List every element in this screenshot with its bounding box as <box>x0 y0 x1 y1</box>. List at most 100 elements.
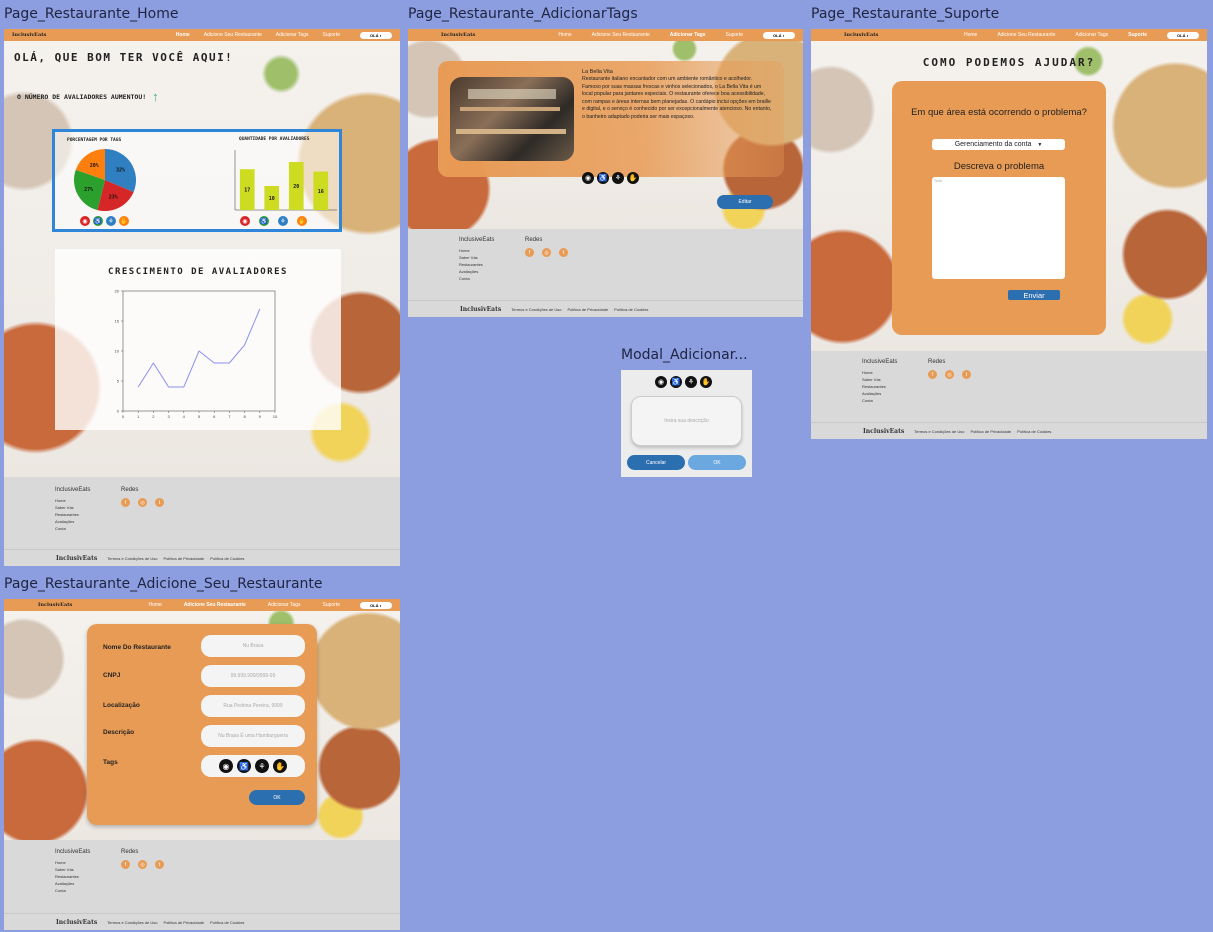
facebook-icon[interactable]: f <box>928 370 937 379</box>
modal-ok-button[interactable]: OK <box>688 455 746 470</box>
footer-link-about[interactable]: Saber Vás <box>55 504 90 511</box>
user-button[interactable]: OLÁ ◐ <box>360 601 392 609</box>
nav-brand[interactable]: InclusivEats <box>441 32 475 38</box>
twitter-icon[interactable]: t <box>962 370 971 379</box>
add-ok-button[interactable]: OK <box>249 790 305 805</box>
user-button[interactable]: OLÁ ◐ <box>763 31 795 39</box>
footer-link-reviews[interactable]: Avaliações <box>862 390 897 397</box>
nav-add-restaurant[interactable]: Adicione Seu Restaurante <box>997 32 1055 38</box>
footer-privacy-link[interactable]: Política de Privacidade <box>163 920 204 925</box>
instagram-icon[interactable]: ◎ <box>542 248 551 257</box>
guide-dog-icon[interactable]: ⚘ <box>612 172 624 184</box>
user-button[interactable]: OLÁ ◐ <box>360 31 392 39</box>
nav-support[interactable]: Suporte <box>323 32 341 38</box>
footer-link-about[interactable]: Saber Vás <box>862 376 897 383</box>
instagram-icon[interactable]: ◎ <box>138 860 147 869</box>
guide-dog-icon[interactable]: ⚘ <box>255 759 269 773</box>
nav-add-tags[interactable]: Adicionar Tags <box>1075 32 1108 38</box>
nav-support[interactable]: Suporte <box>1128 32 1147 38</box>
twitter-icon[interactable]: t <box>155 498 164 507</box>
footer-link-home[interactable]: Home <box>55 859 90 866</box>
footer-terms-link[interactable]: Termos e Condições de Uso <box>107 920 157 925</box>
footer-cookies-link[interactable]: Política de Cookies <box>1017 429 1051 434</box>
nav-home[interactable]: Home <box>964 32 977 38</box>
frame-label-suporte: Page_Restaurante_Suporte <box>811 6 1000 22</box>
restaurant-name-input[interactable]: Nu Brasa <box>201 635 305 657</box>
guide-dog-icon[interactable]: ⚘ <box>685 376 697 388</box>
footer-terms-link[interactable]: Termos e Condições de Uso <box>107 556 157 561</box>
footer-link-home[interactable]: Home <box>459 247 494 254</box>
guide-dog-icon: ⚘ <box>106 216 116 226</box>
nav-brand[interactable]: InclusivEats <box>38 602 72 608</box>
footer-link-account[interactable]: Conta <box>55 887 90 894</box>
nav-add-restaurant[interactable]: Adicione Seu Restaurante <box>204 32 262 38</box>
modal-cancel-button[interactable]: Cancelar <box>627 455 685 470</box>
footer-terms-link[interactable]: Termos e Condições de Uso <box>511 307 561 312</box>
modal-description-input[interactable]: Insira sua descrição <box>631 396 742 446</box>
wheelchair-icon[interactable]: ♿ <box>237 759 251 773</box>
nav-add-tags[interactable]: Adicionar Tags <box>670 32 706 38</box>
footer-link-home[interactable]: Home <box>55 497 90 504</box>
nav-home[interactable]: Home <box>148 602 161 608</box>
footer-privacy-link[interactable]: Política de Privacidade <box>163 556 204 561</box>
footer-link-restaurants[interactable]: Restaurantes <box>459 261 494 268</box>
hearing-icon[interactable]: ◉ <box>219 759 233 773</box>
sign-language-icon[interactable]: ✋ <box>273 759 287 773</box>
nav-add-tags[interactable]: Adicionar Tags <box>268 602 301 608</box>
wheelchair-icon[interactable]: ♿ <box>670 376 682 388</box>
nav-support[interactable]: Suporte <box>726 32 744 38</box>
footer-brand-title: InclusiveEats <box>862 359 898 365</box>
navbar: InclusivEats Home Adicione Seu Restauran… <box>408 29 803 41</box>
description-input[interactable]: Nu Brasa É uma Hamburgueria <box>201 725 305 747</box>
facebook-icon[interactable]: f <box>121 860 130 869</box>
footer-link-reviews[interactable]: Avaliações <box>55 880 90 887</box>
twitter-icon[interactable]: t <box>155 860 164 869</box>
edit-button[interactable]: Editar <box>717 195 773 209</box>
footer-link-about[interactable]: Saber Vás <box>55 866 90 873</box>
nav-home[interactable]: Home <box>558 32 571 38</box>
location-input[interactable]: Rua Pedrina Pereira, 9999 <box>201 695 305 717</box>
footer-link-account[interactable]: Conta <box>862 397 897 404</box>
cnpj-input[interactable]: 99.999.999/9999-99 <box>201 665 305 687</box>
facebook-icon[interactable]: f <box>525 248 534 257</box>
nav-add-restaurant[interactable]: Adicione Seu Restaurante <box>592 32 650 38</box>
footer-link-about[interactable]: Saber Vás <box>459 254 494 261</box>
area-select[interactable]: Gerenciamento da conta ▼ <box>932 139 1065 150</box>
footer-cookies-link[interactable]: Política de Cookies <box>210 920 244 925</box>
footer-cookies-link[interactable]: Política de Cookies <box>614 307 648 312</box>
footer-link-home[interactable]: Home <box>862 369 897 376</box>
footer-privacy-link[interactable]: Política de Privacidade <box>567 307 608 312</box>
tags-selector[interactable]: ◉ ♿ ⚘ ✋ <box>201 755 305 777</box>
user-button[interactable]: OLÁ ◐ <box>1167 31 1199 39</box>
footer-privacy-link[interactable]: Política de Privacidade <box>970 429 1011 434</box>
footer-link-account[interactable]: Conta <box>55 525 90 532</box>
footer-link-restaurants[interactable]: Restaurantes <box>55 873 90 880</box>
footer-link-reviews[interactable]: Avaliações <box>459 268 494 275</box>
instagram-icon[interactable]: ◎ <box>945 370 954 379</box>
sign-language-icon[interactable]: ✋ <box>700 376 712 388</box>
nav-brand[interactable]: InclusivEats <box>844 32 878 38</box>
nav-brand[interactable]: InclusivEats <box>12 32 46 38</box>
footer-link-restaurants[interactable]: Restaurantes <box>55 511 90 518</box>
send-button[interactable]: Enviar <box>1008 290 1060 300</box>
instagram-icon[interactable]: ◎ <box>138 498 147 507</box>
hearing-icon[interactable]: ◉ <box>655 376 667 388</box>
nav-home[interactable]: Home <box>176 32 190 38</box>
hearing-icon[interactable]: ◉ <box>582 172 594 184</box>
footer-link-reviews[interactable]: Avaliações <box>55 518 90 525</box>
nav-add-restaurant[interactable]: Adicione Seu Restaurante <box>184 602 246 608</box>
problem-textarea[interactable]: Texto <box>932 177 1065 279</box>
x-tick-label: 3 <box>167 414 170 419</box>
nav-add-tags[interactable]: Adicionar Tags <box>276 32 309 38</box>
field-label-location: Localização <box>103 702 140 709</box>
footer-link-restaurants[interactable]: Restaurantes <box>862 383 897 390</box>
nav-support[interactable]: Suporte <box>323 602 341 608</box>
twitter-icon[interactable]: t <box>559 248 568 257</box>
facebook-icon[interactable]: f <box>121 498 130 507</box>
footer-terms-link[interactable]: Termos e Condições de Uso <box>914 429 964 434</box>
footer-link-account[interactable]: Conta <box>459 275 494 282</box>
x-tick-label: 6 <box>213 414 216 419</box>
sign-language-icon[interactable]: ✋ <box>627 172 639 184</box>
wheelchair-icon[interactable]: ♿ <box>597 172 609 184</box>
footer-cookies-link[interactable]: Política de Cookies <box>210 556 244 561</box>
